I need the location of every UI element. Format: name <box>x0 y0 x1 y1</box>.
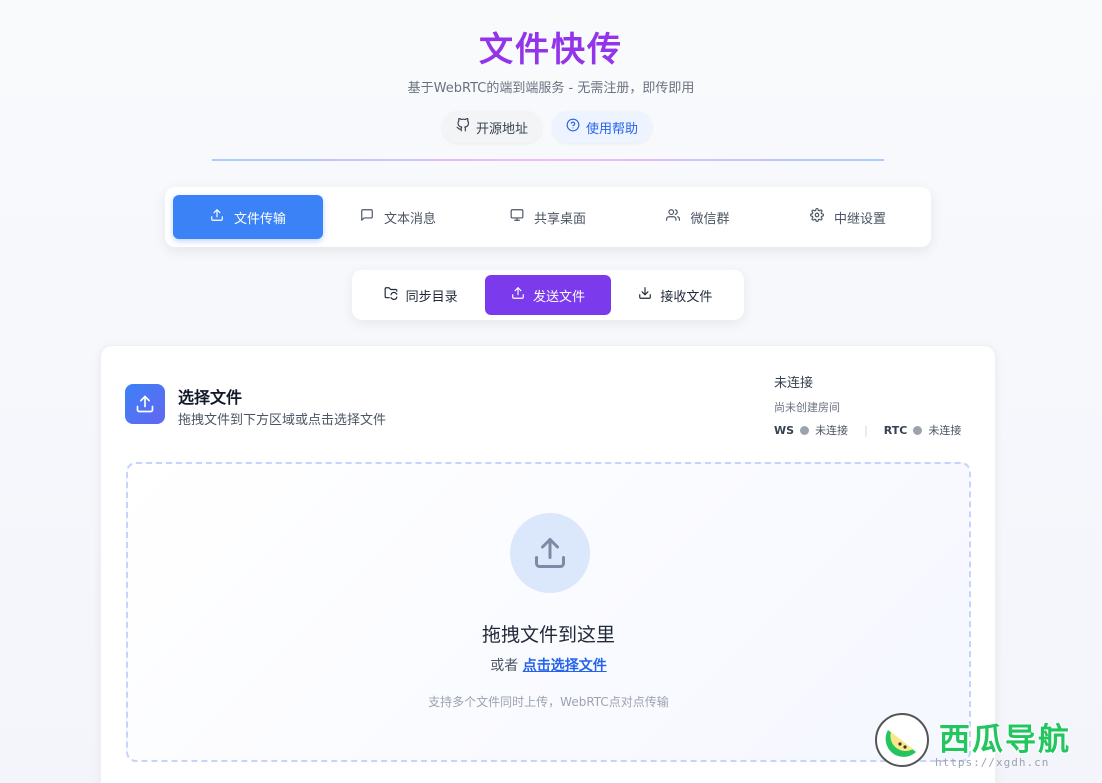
watermelon-logo-icon <box>875 713 929 767</box>
tab-label: 微信群 <box>690 211 730 227</box>
main-tab-bar: 文件传输 文本消息 共享桌面 微信群 中继设置 <box>165 187 931 247</box>
connection-status: 未连接 <box>774 376 814 391</box>
dropzone-or-line: 或者 点击选择文件 <box>128 655 969 675</box>
tab-label: 文本消息 <box>383 211 436 227</box>
file-dropzone[interactable]: 拖拽文件到这里 或者 点击选择文件 支持多个文件同时上传，WebRTC点对点传输 <box>126 462 971 762</box>
sub-tab-label: 同步目录 <box>405 289 458 305</box>
open-source-label: 开源地址 <box>476 121 529 137</box>
ws-status-dot <box>800 425 810 435</box>
sub-tab-label: 接收文件 <box>660 289 713 305</box>
tab-text-message[interactable]: 文本消息 <box>323 195 473 239</box>
tab-sync-directory[interactable]: 同步目录 <box>358 275 483 315</box>
rtc-state: 未连接 <box>928 424 962 437</box>
ws-label: WS <box>774 423 795 437</box>
watermark-text: 西瓜导航 <box>939 722 1071 758</box>
upload-icon <box>510 513 590 593</box>
help-label: 使用帮助 <box>586 121 639 137</box>
tab-relay-settings[interactable]: 中继设置 <box>773 195 923 239</box>
folder-sync-icon <box>384 286 398 304</box>
header-divider <box>212 159 884 161</box>
upload-icon <box>210 208 224 226</box>
tab-share-desktop[interactable]: 共享桌面 <box>473 195 623 239</box>
upload-icon <box>125 384 165 424</box>
dropzone-hint: 支持多个文件同时上传，WebRTC点对点传输 <box>428 695 669 709</box>
rtc-label: RTC <box>883 423 908 437</box>
dropzone-or-text: 或者 <box>490 658 519 674</box>
connection-indicators: WS 未连接 | RTC 未连接 <box>774 422 961 438</box>
users-icon <box>666 208 681 226</box>
tab-send-file[interactable]: 发送文件 <box>485 275 611 315</box>
page-subtitle: 基于WebRTC的端到端服务 - 无需注册，即传即用 <box>407 81 695 96</box>
monitor-icon <box>510 208 524 226</box>
watermark: 西瓜导航 https://xgdh.cn <box>873 710 1088 776</box>
watermark-url: https://xgdh.cn <box>935 756 1050 769</box>
sub-tab-bar: 同步目录 发送文件 接收文件 <box>352 270 744 320</box>
tab-label: 共享桌面 <box>533 211 586 227</box>
ws-state: 未连接 <box>815 424 849 437</box>
github-icon <box>456 117 470 136</box>
file-select-card: 选择文件 拖拽文件到下方区域或点击选择文件 未连接 尚未创建房间 WS 未连接 … <box>100 345 996 783</box>
select-file-link[interactable]: 点击选择文件 <box>523 658 607 674</box>
page-title: 文件快传 <box>479 30 623 70</box>
tab-wechat-group[interactable]: 微信群 <box>623 195 773 239</box>
dropzone-title: 拖拽文件到这里 <box>481 624 615 646</box>
tab-label: 中继设置 <box>833 211 886 227</box>
tab-file-transfer[interactable]: 文件传输 <box>173 195 323 239</box>
open-source-link[interactable]: 开源地址 <box>442 111 543 143</box>
download-icon <box>638 286 652 304</box>
help-link[interactable]: 使用帮助 <box>552 111 653 143</box>
gear-icon <box>810 208 824 226</box>
card-title: 选择文件 <box>178 388 243 407</box>
sub-tab-label: 发送文件 <box>532 289 585 305</box>
help-circle-icon <box>566 118 580 136</box>
tab-receive-file[interactable]: 接收文件 <box>613 275 738 315</box>
status-separator: | <box>864 423 868 437</box>
card-description: 拖拽文件到下方区域或点击选择文件 <box>178 413 387 428</box>
tab-label: 文件传输 <box>233 211 286 227</box>
room-status: 尚未创建房间 <box>774 401 840 414</box>
upload-icon <box>511 286 525 304</box>
message-icon <box>360 208 374 226</box>
rtc-status-dot <box>913 425 923 435</box>
